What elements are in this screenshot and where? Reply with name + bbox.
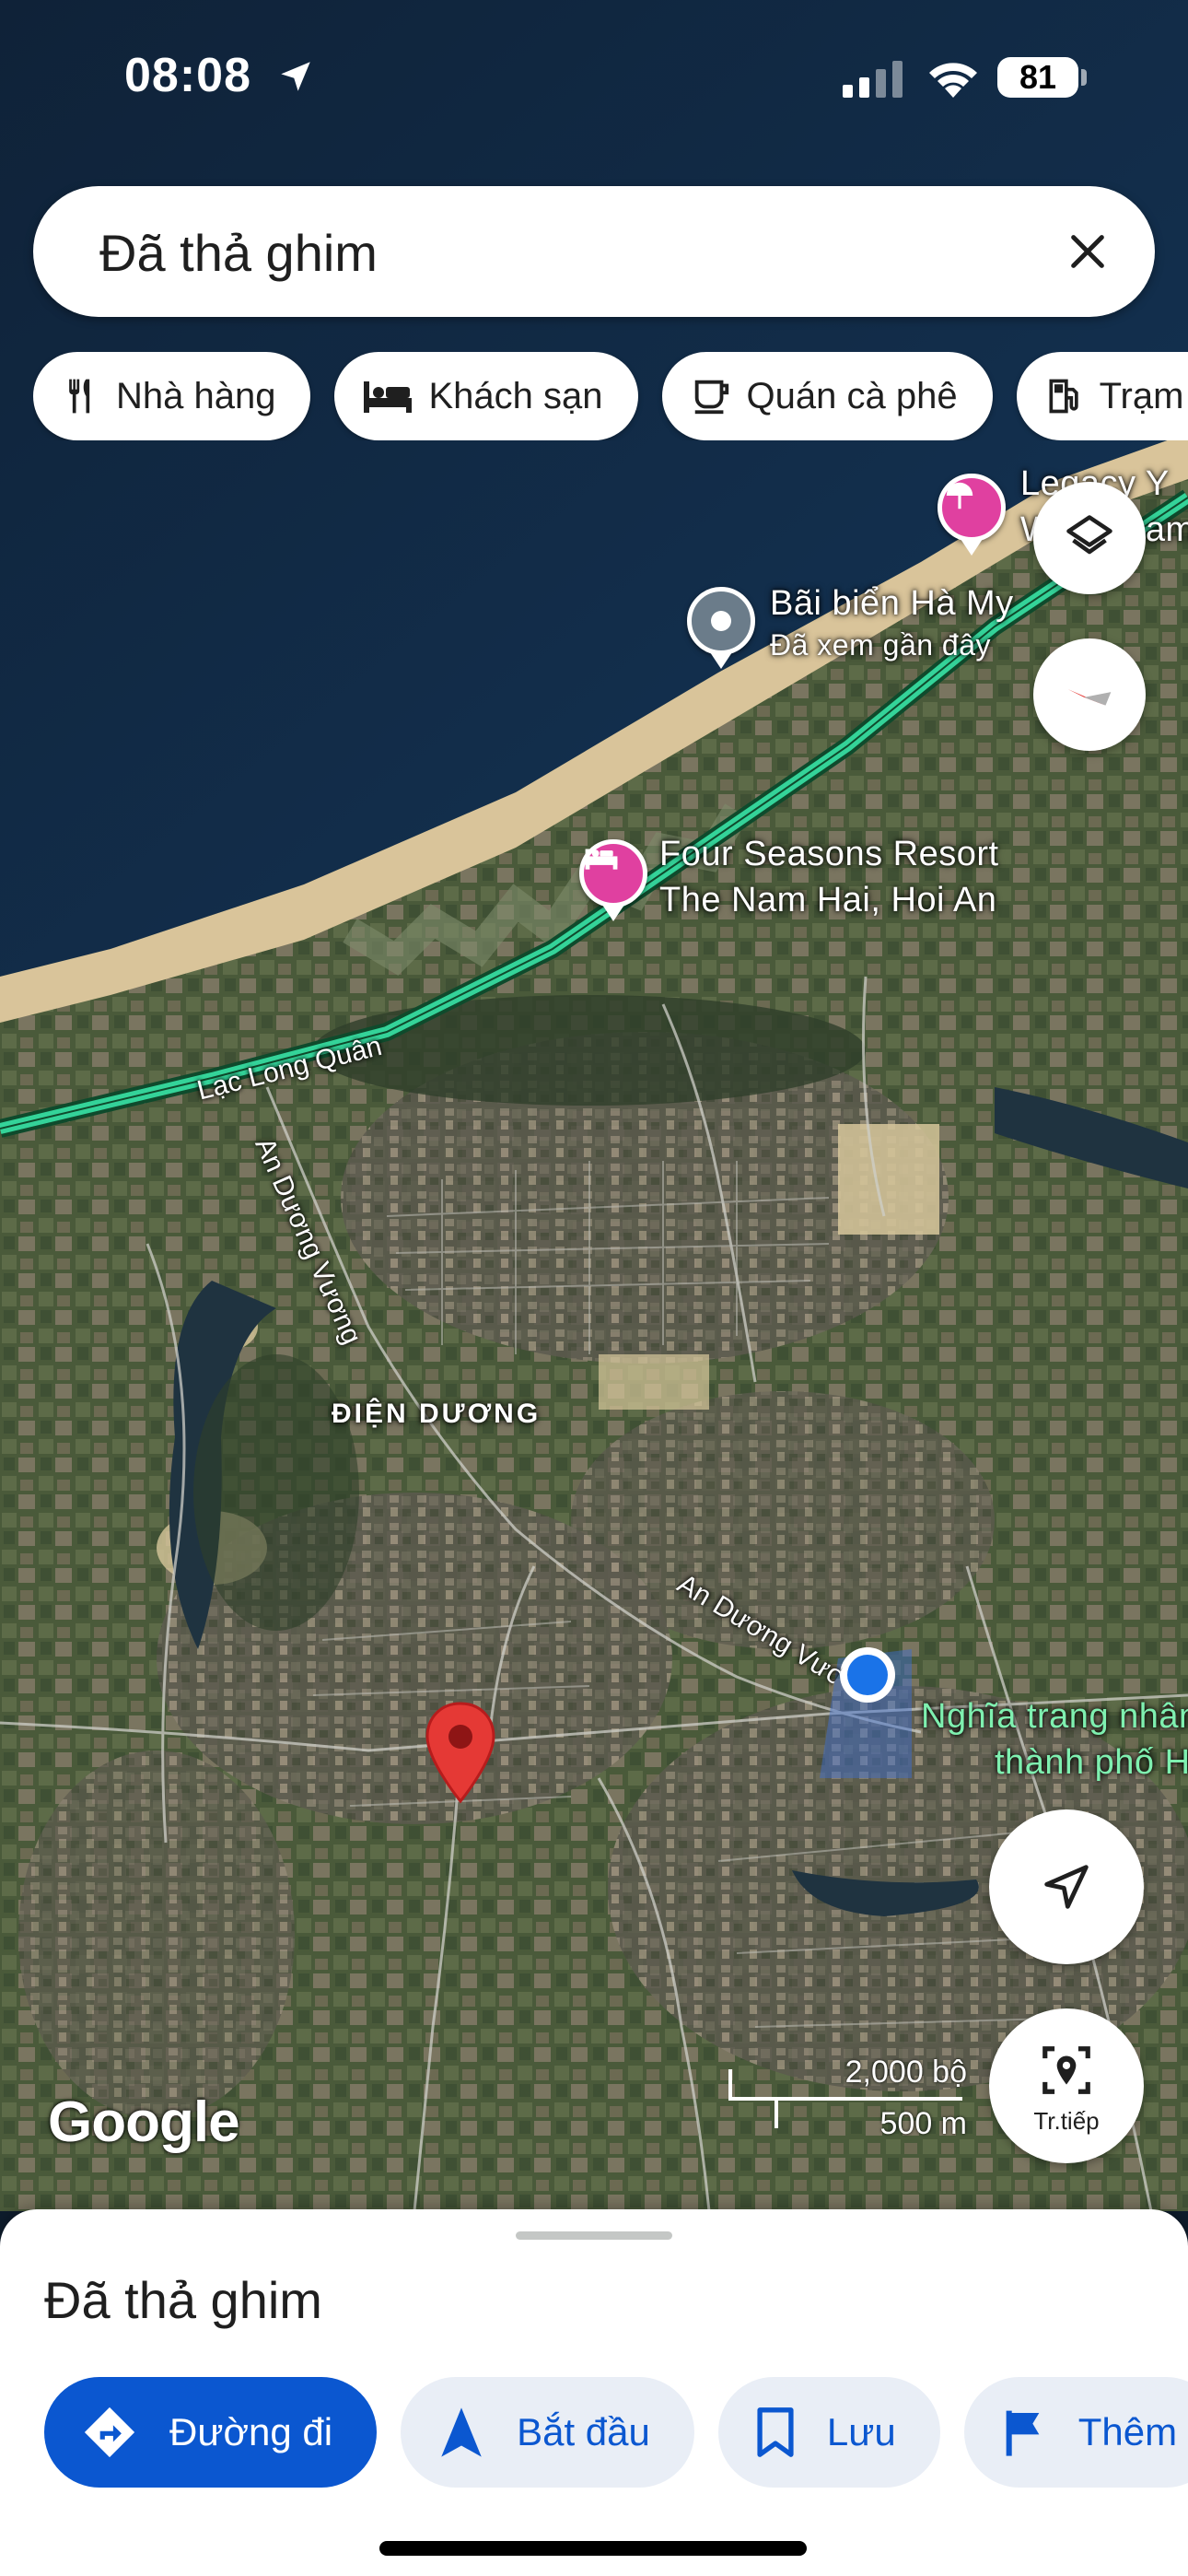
layers-icon xyxy=(1066,515,1112,555)
status-time: 08:08 xyxy=(124,49,251,102)
navigation-arrow-icon xyxy=(441,2407,482,2457)
directions-label: Đường đi xyxy=(169,2410,333,2453)
navigation-arrow-icon xyxy=(1044,1865,1089,1909)
coffee-icon xyxy=(694,380,728,415)
flag-icon xyxy=(1006,2410,1040,2456)
place-label-resort-line2: The Nam Hai, Hoi An xyxy=(659,881,997,919)
place-title: Đã thả ghim xyxy=(44,2271,322,2329)
close-icon[interactable] xyxy=(1057,221,1118,282)
live-view-button[interactable]: Tr.tiếp xyxy=(989,2008,1144,2163)
beach-umbrella-poi-icon[interactable] xyxy=(938,474,1006,542)
category-chips: Nhà hàng Khách sạn Quán cà phê Trạm xăng xyxy=(33,352,1188,440)
action-buttons: Đường đi Bắt đầu Lưu Thêm xyxy=(44,2377,1188,2488)
search-bar[interactable]: Đã thả ghim xyxy=(33,186,1155,317)
more-label: Thêm xyxy=(1077,2410,1178,2453)
wifi-icon xyxy=(926,57,981,104)
place-label-resort[interactable]: Four Seasons Resort The Nam Hai, Hoi An xyxy=(659,831,999,923)
start-label: Bắt đầu xyxy=(517,2410,650,2453)
place-label-cemetery-line1: Nghĩa trang nhân xyxy=(921,1697,1188,1736)
drag-handle[interactable] xyxy=(516,2231,672,2240)
home-indicator[interactable] xyxy=(379,2541,807,2556)
save-button[interactable]: Lưu xyxy=(717,2377,940,2488)
compass-button[interactable] xyxy=(1033,638,1146,751)
my-location-button[interactable] xyxy=(989,1809,1144,1964)
hotel-icon xyxy=(364,381,413,413)
save-label: Lưu xyxy=(826,2410,896,2453)
start-button[interactable]: Bắt đầu xyxy=(401,2377,694,2488)
battery-level: 81 xyxy=(997,57,1078,98)
directions-icon xyxy=(84,2406,135,2458)
location-arrow-icon xyxy=(276,57,315,100)
place-label-cemetery-line2: thành phố H xyxy=(995,1743,1188,1782)
place-label-beach[interactable]: Bãi biển Hà My Đã xem gần đây xyxy=(770,580,1014,663)
place-label-resort-line1: Four Seasons Resort xyxy=(659,835,999,873)
cellular-signal-icon xyxy=(843,61,907,102)
place-label-cemetery[interactable]: Nghĩa trang nhân thành phố H xyxy=(921,1693,1188,1786)
battery-tip xyxy=(1081,69,1087,86)
chip-label: Nhà hàng xyxy=(116,375,276,416)
map-scale: 2,000 bộ 500 m xyxy=(728,2055,967,2156)
scale-meters: 500 m xyxy=(879,2106,968,2141)
gas-station-icon xyxy=(1049,379,1078,414)
chip-hotels[interactable]: Khách sạn xyxy=(334,352,638,440)
dropped-pin-marker[interactable] xyxy=(424,1700,497,1806)
bookmark-icon xyxy=(757,2407,794,2457)
more-button[interactable]: Thêm xyxy=(963,2377,1188,2488)
place-bottom-sheet[interactable]: Đã thả ghim Đường đi Bắt đầu Lưu Thêm xyxy=(0,2209,1188,2576)
recent-place-poi-icon[interactable] xyxy=(687,587,755,655)
restaurant-icon xyxy=(69,379,90,414)
district-label: ĐIỆN DƯƠNG xyxy=(332,1399,542,1429)
google-logo: Google xyxy=(48,2090,240,2154)
chip-gas-stations[interactable]: Trạm xăng xyxy=(1016,352,1188,440)
chip-label: Trạm xăng xyxy=(1099,375,1188,416)
live-view-icon xyxy=(1042,2046,1090,2094)
hotel-poi-icon[interactable] xyxy=(579,839,647,907)
directions-button[interactable]: Đường đi xyxy=(44,2377,378,2488)
chip-label: Quán cà phê xyxy=(746,375,958,416)
place-label-beach-sub: Đã xem gần đây xyxy=(770,628,992,662)
layers-button[interactable] xyxy=(1033,482,1146,594)
chip-coffee[interactable]: Quán cà phê xyxy=(661,352,993,440)
search-query[interactable]: Đã thả ghim xyxy=(99,223,378,283)
chip-restaurants[interactable]: Nhà hàng xyxy=(33,352,311,440)
status-bar: 08:08 81 xyxy=(0,0,1188,157)
live-view-label: Tr.tiếp xyxy=(1033,2107,1100,2135)
compass-icon xyxy=(1067,689,1112,706)
place-label-beach-name: Bãi biển Hà My xyxy=(770,584,1014,623)
chip-label: Khách sạn xyxy=(428,375,603,416)
scale-feet: 2,000 bộ xyxy=(844,2055,967,2090)
